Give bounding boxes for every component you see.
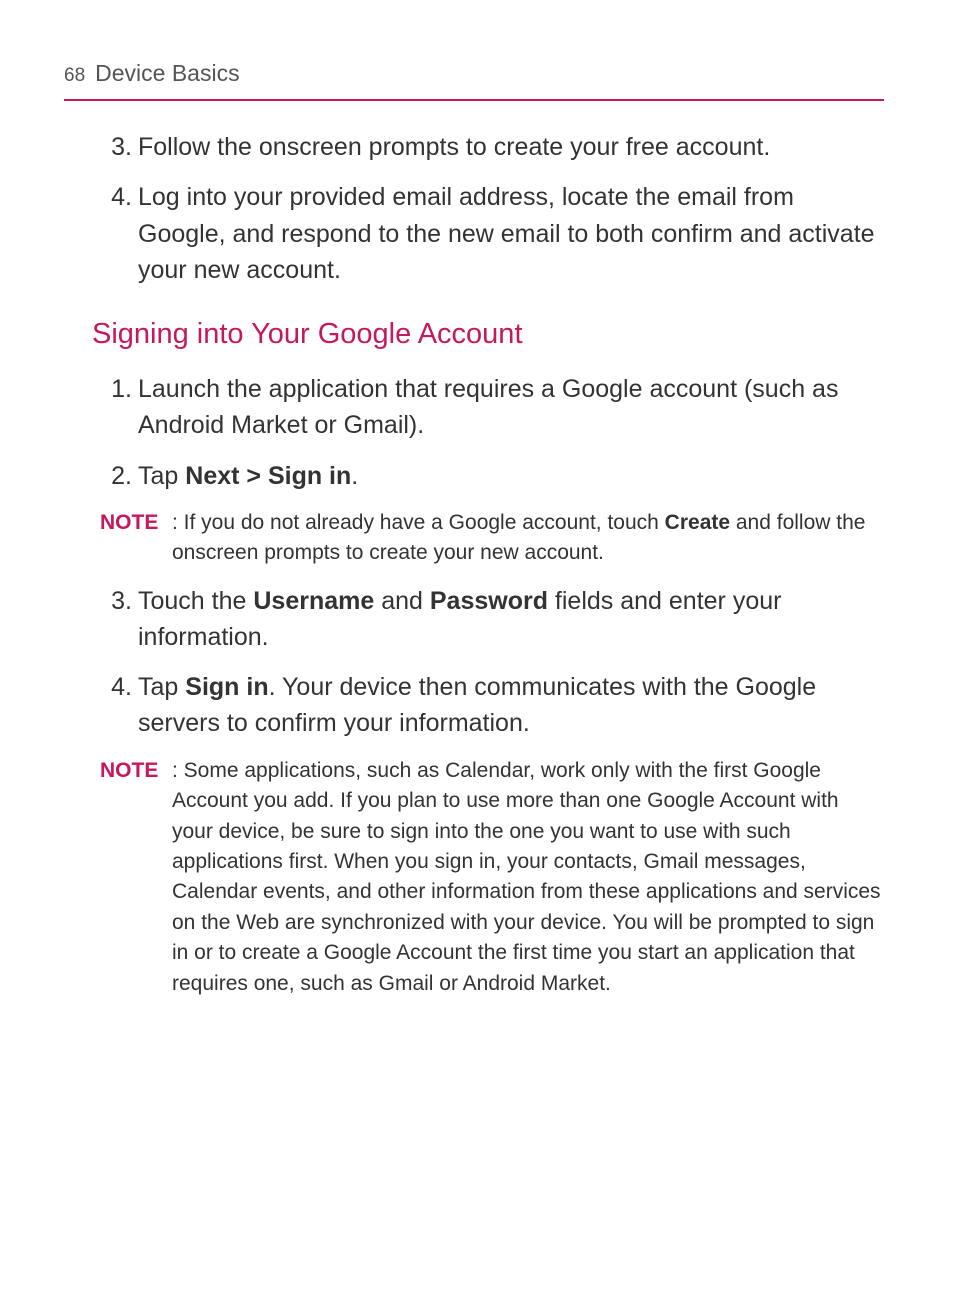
content-body: 3. Follow the onscreen prompts to create… bbox=[64, 129, 884, 999]
note-text: : Some applications, such as Calendar, w… bbox=[172, 756, 884, 1000]
list-number: 2. bbox=[100, 458, 132, 494]
note-text: : If you do not already have a Google ac… bbox=[172, 508, 884, 569]
text-post: . bbox=[351, 462, 358, 490]
text-mid: and bbox=[374, 587, 430, 615]
list-item-3: 3. Follow the onscreen prompts to create… bbox=[100, 129, 884, 165]
list-text: Tap Next > Sign in. bbox=[138, 458, 884, 494]
header-title: Device Basics bbox=[95, 60, 239, 87]
list-text: Touch the Username and Password fields a… bbox=[138, 583, 884, 656]
text-pre: Touch the bbox=[138, 587, 253, 615]
text-bold: Create bbox=[665, 511, 730, 534]
page-container: 68 Device Basics 3. Follow the onscreen … bbox=[0, 0, 954, 999]
text-bold: Next > Sign in bbox=[185, 462, 351, 490]
text-bold: Password bbox=[430, 587, 548, 615]
note-block-2: NOTE : Some applications, such as Calend… bbox=[100, 756, 884, 1000]
text-pre: Tap bbox=[138, 462, 185, 490]
note-block-1: NOTE : If you do not already have a Goog… bbox=[100, 508, 884, 569]
list-text: Launch the application that requires a G… bbox=[138, 371, 884, 444]
list-number: 1. bbox=[100, 371, 132, 444]
list-number: 3. bbox=[100, 129, 132, 165]
section-item-3: 3. Touch the Username and Password field… bbox=[100, 583, 884, 656]
text-pre: : If you do not already have a Google ac… bbox=[172, 511, 665, 534]
list-number: 3. bbox=[100, 583, 132, 656]
list-item-4: 4. Log into your provided email address,… bbox=[100, 179, 884, 288]
text-bold: Username bbox=[253, 587, 374, 615]
section-item-1: 1. Launch the application that requires … bbox=[100, 371, 884, 444]
section-heading: Signing into Your Google Account bbox=[92, 318, 884, 351]
page-header: 68 Device Basics bbox=[64, 60, 884, 101]
list-text: Follow the onscreen prompts to create yo… bbox=[138, 129, 884, 165]
note-label: NOTE bbox=[100, 508, 172, 569]
page-number: 68 bbox=[64, 65, 85, 87]
section-item-2: 2. Tap Next > Sign in. bbox=[100, 458, 884, 494]
text-pre: Tap bbox=[138, 673, 185, 701]
list-text: Log into your provided email address, lo… bbox=[138, 179, 884, 288]
list-text: Tap Sign in. Your device then communicat… bbox=[138, 669, 884, 742]
list-number: 4. bbox=[100, 179, 132, 288]
note-label: NOTE bbox=[100, 756, 172, 1000]
text-bold: Sign in bbox=[185, 673, 268, 701]
section-item-4: 4. Tap Sign in. Your device then communi… bbox=[100, 669, 884, 742]
list-number: 4. bbox=[100, 669, 132, 742]
